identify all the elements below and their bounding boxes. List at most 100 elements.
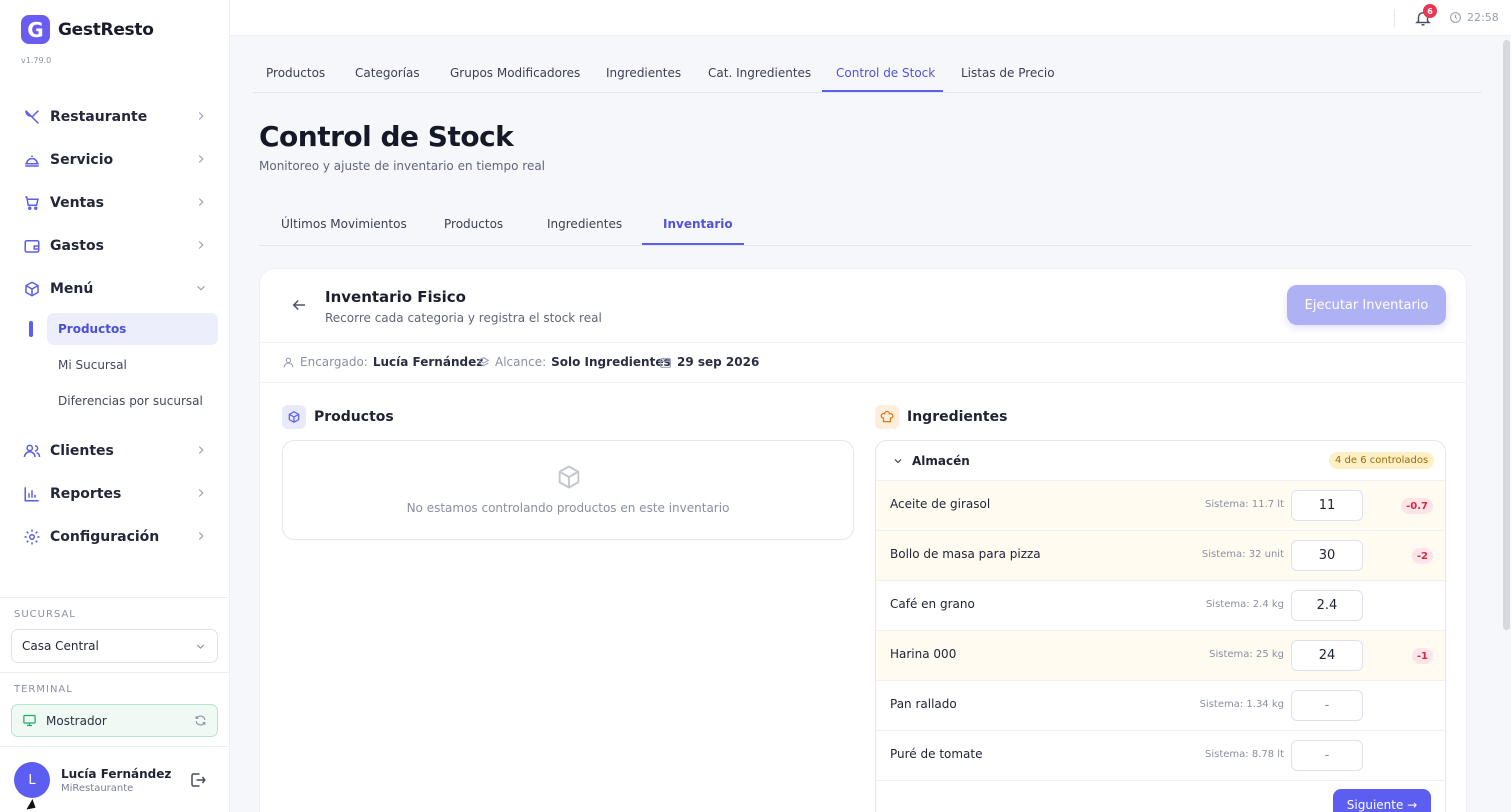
ingredient-name: Harina 000 xyxy=(890,647,957,661)
wallet-icon xyxy=(22,236,42,256)
notification-badge: 6 xyxy=(1423,4,1437,18)
chevron-right-icon xyxy=(198,112,204,120)
layers-icon xyxy=(477,356,490,366)
cube-icon xyxy=(22,279,42,299)
divider xyxy=(260,342,1466,343)
system-stock: Sistema: 8.78 lt xyxy=(1205,749,1284,760)
inventory-date: 29 sep 2026 xyxy=(677,355,760,369)
sidebar-item-configuracion[interactable]: Configuración xyxy=(14,520,218,554)
difference-badge: -2 xyxy=(1411,548,1433,564)
bar-chart-icon xyxy=(22,484,42,504)
sidebar-subitem-diferencias[interactable]: Diferencias por sucursal xyxy=(47,385,218,417)
scope-label: Alcance: xyxy=(495,355,547,369)
chef-hat-icon xyxy=(875,405,899,429)
cloche-icon xyxy=(22,150,42,170)
divider xyxy=(260,382,1466,383)
user-profile[interactable]: L Lucía Fernández MiRestaurante xyxy=(14,762,171,798)
cart-icon xyxy=(22,193,42,213)
app-version: v1.79.0 xyxy=(21,56,52,65)
refresh-icon[interactable] xyxy=(194,714,207,727)
inventory-card: Inventario Fisico Recorre cada categoria… xyxy=(259,268,1467,812)
utensils-icon xyxy=(22,107,42,127)
products-empty-state: No estamos controlando productos en este… xyxy=(282,440,854,540)
tab-grupos-modificadores[interactable]: Grupos Modificadores xyxy=(450,66,580,80)
tab-productos[interactable]: Productos xyxy=(266,66,325,80)
inventory-subtitle: Recorre cada categoria y registra el sto… xyxy=(325,311,602,325)
chevron-right-icon xyxy=(198,532,204,540)
sidebar-item-label: Servicio xyxy=(50,152,114,168)
counted-stock-input[interactable]: 2.4 xyxy=(1291,590,1363,621)
sidebar-item-servicio[interactable]: Servicio xyxy=(14,143,218,177)
group-header[interactable]: Almacén 4 de 6 controlados xyxy=(876,441,1445,481)
tab-underline xyxy=(822,90,943,92)
ingredients-section-header: Ingredientes xyxy=(875,405,1007,429)
active-indicator xyxy=(29,321,33,337)
avatar: L xyxy=(14,762,50,798)
gear-icon xyxy=(22,527,42,547)
ingredients-section-title: Ingredientes xyxy=(907,409,1008,425)
manager-value: Lucía Fernández xyxy=(372,355,484,369)
tab-inventario[interactable]: Inventario xyxy=(663,217,733,231)
brand-logo: G xyxy=(21,15,50,44)
next-button[interactable]: Siguiente → xyxy=(1333,789,1431,812)
sidebar-item-clientes[interactable]: Clientes xyxy=(14,434,218,468)
logout-icon[interactable] xyxy=(189,771,207,789)
table-row: Pan rallado Sistema: 1.34 kg - xyxy=(876,681,1445,731)
system-stock: Sistema: 25 kg xyxy=(1209,649,1284,660)
branch-select[interactable]: Casa Central xyxy=(11,629,218,663)
tab-cat-ingredientes[interactable]: Cat. Ingredientes xyxy=(708,66,811,80)
terminal-select[interactable]: Mostrador xyxy=(11,704,218,737)
chevron-right-icon xyxy=(198,155,204,163)
table-row: Harina 000 Sistema: 25 kg 24 -1 xyxy=(876,631,1445,681)
sidebar-item-label: Menú xyxy=(50,281,94,297)
counted-stock-input[interactable]: - xyxy=(1291,690,1363,721)
sidebar-item-ventas[interactable]: Ventas xyxy=(14,186,218,220)
chevron-down-icon xyxy=(894,459,902,464)
tab-ingredientes[interactable]: Ingredientes xyxy=(547,217,622,231)
tab-ingredientes[interactable]: Ingredientes xyxy=(606,66,681,80)
sidebar-item-restaurante[interactable]: Restaurante xyxy=(14,100,218,134)
brand-name: GestResto xyxy=(58,19,154,40)
group-name: Almacén xyxy=(912,454,970,468)
sidebar-item-gastos[interactable]: Gastos xyxy=(14,229,218,263)
system-stock: Sistema: 2.4 kg xyxy=(1205,599,1284,610)
branch-caption: SUCURSAL xyxy=(14,609,76,620)
clock-time: 22:58 xyxy=(1467,11,1499,24)
tab-listas-de-precio[interactable]: Listas de Precio xyxy=(961,66,1055,80)
date-meta: 29 sep 2026 xyxy=(659,355,759,369)
ingredient-name: Aceite de girasol xyxy=(890,497,991,511)
sidebar: G GestResto v1.79.0 Restaurante Servicio… xyxy=(0,0,230,812)
brand[interactable]: G GestResto xyxy=(21,15,154,44)
counted-stock-input[interactable]: 30 xyxy=(1291,540,1363,571)
sidebar-item-menu[interactable]: Menú xyxy=(14,272,218,306)
terminal-caption: TERMINAL xyxy=(14,684,73,695)
system-stock: Sistema: 11.7 lt xyxy=(1205,499,1284,510)
scrollbar[interactable] xyxy=(1503,40,1510,630)
ingredient-name: Café en grano xyxy=(890,597,975,611)
sidebar-item-reportes[interactable]: Reportes xyxy=(14,477,218,511)
tab-ultimos-movimientos[interactable]: Últimos Movimientos xyxy=(281,217,407,231)
arrow-left-icon[interactable] xyxy=(290,296,308,314)
tab-categorias[interactable]: Categorías xyxy=(355,66,420,80)
ingredients-panel: Almacén 4 de 6 controlados Aceite de gir… xyxy=(875,440,1446,812)
sidebar-subitem-mi-sucursal[interactable]: Mi Sucursal xyxy=(47,349,218,381)
sidebar-item-label: Clientes xyxy=(50,443,114,459)
chevron-right-icon xyxy=(198,241,204,249)
products-section-header: Productos xyxy=(282,405,394,429)
counted-stock-input[interactable]: - xyxy=(1291,740,1363,771)
tab-control-de-stock[interactable]: Control de Stock xyxy=(836,66,935,80)
counted-stock-input[interactable]: 11 xyxy=(1291,490,1363,521)
table-row: Café en grano Sistema: 2.4 kg 2.4 xyxy=(876,581,1445,631)
topbar: 6 22:58 xyxy=(230,0,1511,36)
sidebar-subitem-productos[interactable]: Productos xyxy=(47,313,218,345)
system-stock: Sistema: 1.34 kg xyxy=(1199,699,1284,710)
counted-stock-input[interactable]: 24 xyxy=(1291,640,1363,671)
divider xyxy=(1394,9,1395,27)
sidebar-item-label: Reportes xyxy=(50,486,122,502)
ingredient-name: Bollo de masa para pizza xyxy=(890,547,1041,561)
tab-productos[interactable]: Productos xyxy=(444,217,503,231)
page-subtitle: Monitoreo y ajuste de inventario en tiem… xyxy=(259,159,546,173)
terminal-value: Mostrador xyxy=(46,713,107,728)
execute-inventory-button[interactable]: Ejecutar Inventario xyxy=(1287,285,1446,325)
divider xyxy=(0,597,229,598)
